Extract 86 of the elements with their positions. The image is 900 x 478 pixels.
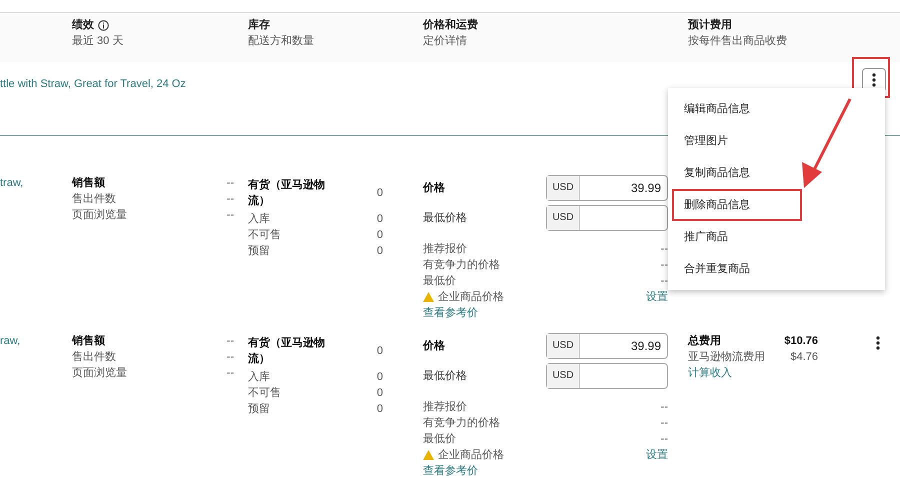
warning-icon xyxy=(423,292,434,302)
metric-value: -- xyxy=(226,192,234,207)
metric-value: -- xyxy=(226,208,234,223)
inventory-label: 入库 xyxy=(248,212,270,227)
price-label: 最低价格 xyxy=(423,369,467,384)
inventory-value: 0 xyxy=(376,212,383,227)
price-label: 最低价格 xyxy=(423,211,467,226)
price-label: 价格 xyxy=(423,338,445,354)
inventory-label: 有货（亚马逊物流） xyxy=(248,336,326,367)
price-info-value: -- xyxy=(660,258,668,273)
product-title-link[interactable]: ttle with Straw, Great for Travel, 24 Oz xyxy=(0,76,186,92)
menu-item[interactable]: 合并重复商品 xyxy=(672,252,762,286)
inventory-label: 入库 xyxy=(248,370,270,385)
fee-value: $10.76 xyxy=(784,334,818,349)
price-info-value: -- xyxy=(660,274,668,289)
inventory-value: 0 xyxy=(376,228,383,243)
fee-label: 总费用 xyxy=(688,334,721,349)
price-input[interactable]: USD 39.99 xyxy=(546,175,668,201)
settings-link[interactable]: 设置 xyxy=(646,289,668,305)
inventory-label: 预留 xyxy=(248,244,270,259)
metric-value: -- xyxy=(226,350,234,365)
menu-item[interactable]: 编辑商品信息 xyxy=(672,92,762,126)
warning-label: 企业商品价格 xyxy=(438,290,504,305)
metric-value: -- xyxy=(226,176,234,191)
price-info-label: 最低价 xyxy=(423,432,456,447)
warning-icon xyxy=(423,450,434,460)
price-info-value: -- xyxy=(660,432,668,447)
product-name-link[interactable]: raw, xyxy=(0,335,20,347)
column-subtitle: 定价详情 xyxy=(423,35,467,47)
price-input[interactable]: USD xyxy=(546,363,668,389)
menu-item[interactable]: 推广商品 xyxy=(672,220,740,254)
metric-label: 售出件数 xyxy=(72,350,116,365)
price-info-value: -- xyxy=(660,400,668,415)
warning-label: 企业商品价格 xyxy=(438,448,504,463)
column-subtitle: 按每件售出商品收费 xyxy=(688,35,787,47)
inventory-label: 不可售 xyxy=(248,386,281,401)
metric-value: -- xyxy=(226,334,234,349)
inventory-value: 0 xyxy=(376,186,383,201)
price-value: 39.99 xyxy=(630,180,662,196)
price-input[interactable]: USD 39.99 xyxy=(546,333,668,359)
column-subtitle: 最近 30 天 xyxy=(72,35,124,47)
metric-label: 页面浏览量 xyxy=(72,208,127,223)
price-input[interactable]: USD xyxy=(546,205,668,231)
currency-label: USD xyxy=(547,206,580,230)
metric-label: 售出件数 xyxy=(72,192,116,207)
menu-item[interactable]: 复制商品信息 xyxy=(672,156,762,190)
more-icon xyxy=(876,336,880,350)
column-title: 绩效 xyxy=(72,18,94,33)
settings-link[interactable]: 设置 xyxy=(646,447,668,463)
price-info-label: 推荐报价 xyxy=(423,242,467,257)
inventory-label: 预留 xyxy=(248,402,270,417)
inventory-value: 0 xyxy=(376,344,383,359)
price-info-value: -- xyxy=(660,242,668,257)
metric-label: 销售额 xyxy=(72,334,105,349)
column-title: 预计费用 xyxy=(688,18,732,33)
product-name-link[interactable]: traw, xyxy=(0,177,24,189)
price-value: 39.99 xyxy=(630,338,662,354)
price-info-label: 推荐报价 xyxy=(423,400,467,415)
price-info-label: 最低价 xyxy=(423,274,456,289)
inventory-value: 0 xyxy=(376,402,383,417)
reference-price-link[interactable]: 查看参考价 xyxy=(423,305,478,321)
price-info-label: 有竞争力的价格 xyxy=(423,416,500,431)
fee-label: 亚马逊物流费用 xyxy=(688,350,765,365)
calculate-revenue-link[interactable]: 计算收入 xyxy=(688,365,732,381)
column-title: 价格和运费 xyxy=(423,18,478,33)
currency-label: USD xyxy=(547,176,580,200)
menu-item[interactable]: 管理图片 xyxy=(672,124,740,158)
column-title: 库存 xyxy=(248,18,270,33)
price-info-label: 有竞争力的价格 xyxy=(423,258,500,273)
inventory-value: 0 xyxy=(376,370,383,385)
column-subtitle: 配送方和数量 xyxy=(248,35,314,47)
inventory-label: 有货（亚马逊物流） xyxy=(248,178,326,209)
metric-label: 页面浏览量 xyxy=(72,366,127,381)
metric-label: 销售额 xyxy=(72,176,105,191)
more-icon xyxy=(872,73,876,87)
inventory-label: 不可售 xyxy=(248,228,281,243)
price-label: 价格 xyxy=(423,180,445,196)
currency-label: USD xyxy=(547,364,580,388)
menu-item[interactable]: 删除商品信息 xyxy=(672,188,802,222)
inventory-value: 0 xyxy=(376,244,383,259)
metric-value: -- xyxy=(226,366,234,381)
fee-value: $4.76 xyxy=(790,350,818,365)
inventory-value: 0 xyxy=(376,386,383,401)
price-info-value: -- xyxy=(660,416,668,431)
currency-label: USD xyxy=(547,334,580,358)
reference-price-link[interactable]: 查看参考价 xyxy=(423,463,478,478)
